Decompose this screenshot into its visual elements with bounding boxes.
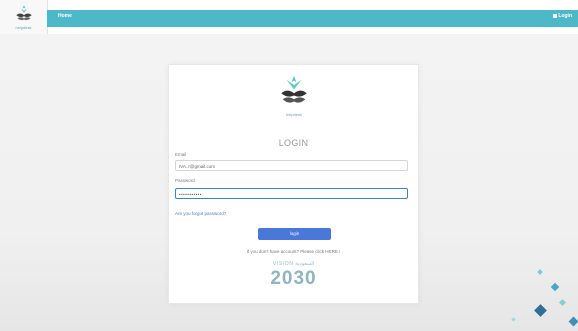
card-logo: helpdesk bbox=[279, 75, 309, 117]
helpdesk-logo-icon bbox=[15, 5, 32, 21]
top-bar: helpdesk Home Login bbox=[0, 0, 578, 34]
password-field[interactable]: ••••••••••• bbox=[175, 188, 408, 199]
email-label: Email bbox=[175, 152, 187, 157]
decor-diamond bbox=[534, 304, 547, 317]
nav-login-link[interactable]: Login bbox=[553, 13, 572, 19]
signup-prompt[interactable]: If you don't have account? Please click … bbox=[169, 249, 418, 254]
decor-diamond bbox=[550, 282, 560, 292]
password-label: Password bbox=[175, 178, 195, 183]
login-icon bbox=[553, 13, 558, 18]
brand-mini-text: helpdesk bbox=[15, 25, 32, 30]
nav-bar: Home Login bbox=[47, 10, 578, 27]
vision-logo-year: 2030 bbox=[270, 268, 317, 289]
login-button[interactable]: login bbox=[258, 228, 331, 240]
decor-diamond bbox=[511, 317, 516, 322]
login-title: LOGIN bbox=[278, 138, 309, 148]
brand-logo[interactable]: helpdesk bbox=[0, 0, 48, 34]
email-field[interactable]: IVA..r@gmail.com bbox=[175, 160, 408, 171]
decor-diamond bbox=[558, 298, 567, 307]
login-card: helpdesk LOGIN Email IVA..r@gmail.com Pa… bbox=[168, 64, 419, 304]
nav-home-link[interactable]: Home bbox=[58, 13, 72, 19]
nav-login-label: Login bbox=[558, 13, 572, 19]
helpdesk-logo-icon bbox=[281, 76, 307, 103]
decor-diamond bbox=[537, 269, 543, 275]
forgot-password-link[interactable]: Are you forgot password? bbox=[175, 211, 226, 216]
vision-logo-top: VISION السعودية bbox=[272, 261, 315, 267]
decor-diamond bbox=[568, 316, 578, 327]
card-logo-text: helpdesk bbox=[285, 112, 302, 117]
